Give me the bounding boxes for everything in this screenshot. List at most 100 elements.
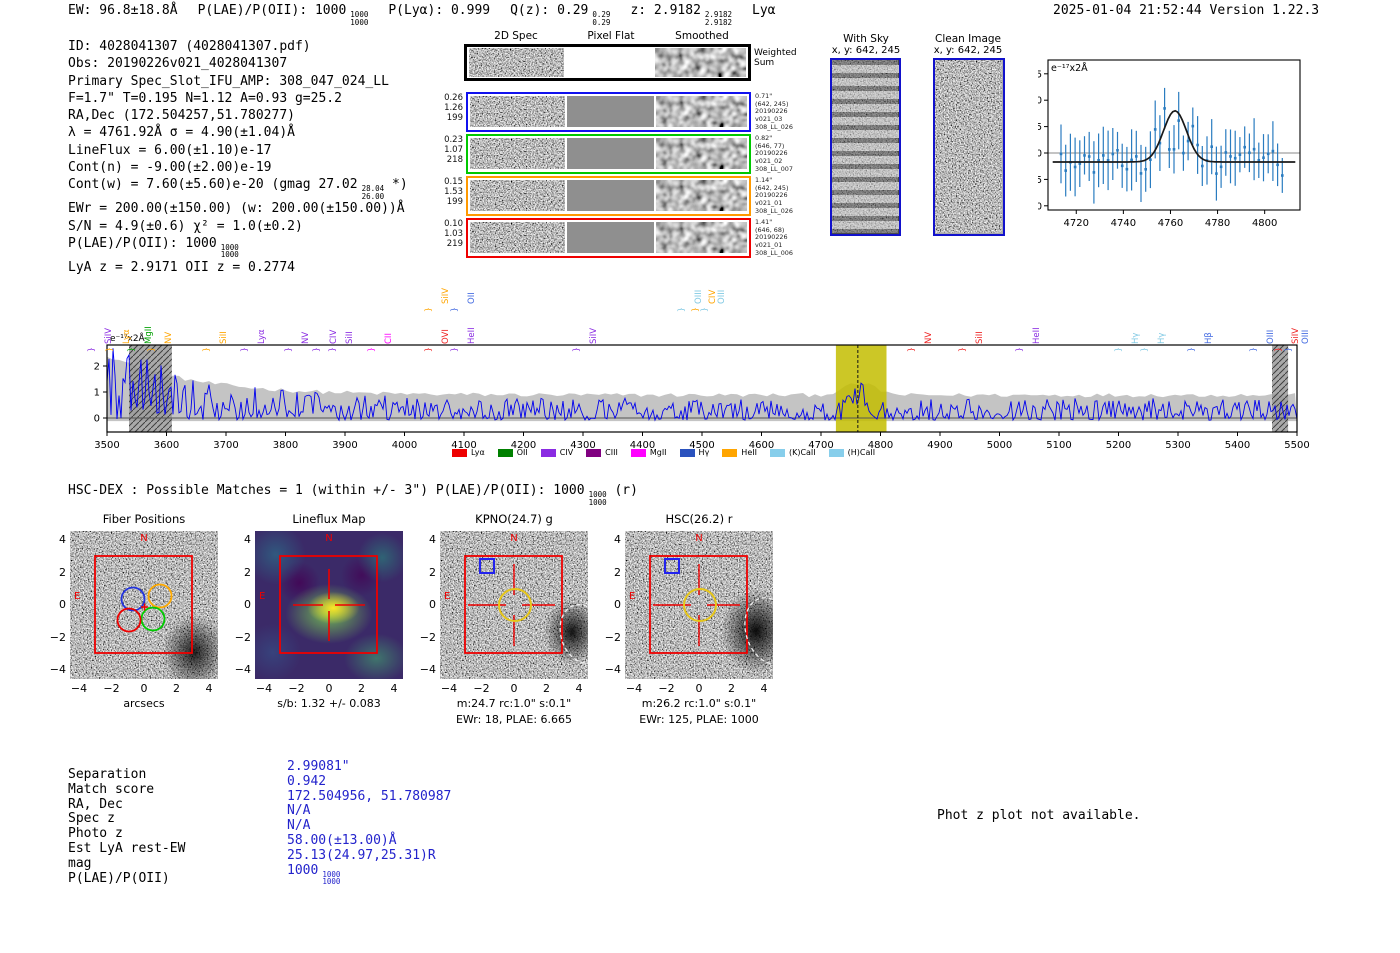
svg-text:4000: 4000: [392, 440, 417, 451]
x-tick-label: 2: [543, 682, 550, 695]
y-tick-label: 0: [244, 598, 251, 611]
legend-label: MgII: [649, 448, 667, 457]
legend-item: CIII: [586, 448, 618, 457]
emission-line-label: NV: [163, 331, 174, 344]
match-label: Match score: [68, 781, 155, 797]
weighted-smoothed-image: [655, 48, 746, 77]
svg-text:4760: 4760: [1158, 218, 1183, 229]
compass-north-label: N: [325, 533, 333, 544]
spec2d-fiber-row: [466, 218, 751, 258]
svg-text:5500: 5500: [1284, 440, 1309, 451]
emission-line-label: Lyα: [121, 329, 132, 344]
svg-text:5100: 5100: [1046, 440, 1071, 451]
emission-line-label: OIII: [1265, 329, 1276, 344]
x-tick-label: −4: [255, 682, 273, 695]
line-brace-icon: {: [1140, 347, 1149, 353]
legend-item: (H)CaII: [828, 448, 875, 457]
emission-line-label: OIII: [1301, 329, 1311, 344]
legend-item: CIV: [540, 448, 573, 457]
plya-stat: P(Lyα): 0.999: [388, 3, 491, 18]
legend-item: (K)CaII: [769, 448, 816, 457]
emission-line-label: SiIV: [1290, 327, 1301, 344]
info-line: P(LAE)/P(OII): 1000 1000 1000: [68, 235, 239, 260]
weighted-2dspec-image: [469, 48, 564, 77]
line-brace-icon: {: [104, 347, 114, 353]
fiber-row-stats: 0.10 1.03 219: [444, 219, 463, 249]
panel-fiber-positions: Fiber Positions N E −4 −4 −2 −2 0 0 2 2 4 4 arcse…: [50, 512, 218, 710]
legend-label: HeII: [741, 448, 757, 457]
x-tick-label: −2: [103, 682, 120, 695]
emission-line-label: Hγ: [1157, 332, 1167, 344]
info-line: RA,Dec (172.504257,51.780277): [68, 108, 295, 124]
lineflux-overlay: [279, 555, 378, 654]
lineflux-map-image: N E: [255, 531, 403, 679]
panel-title: Lineflux Map: [292, 512, 366, 526]
plae-poii-stat: P(LAE)/P(OII): 1000 1000 1000: [197, 3, 369, 27]
match-label: mag: [68, 855, 92, 871]
line-brace-icon: {: [146, 347, 156, 353]
emission-line-label: CIV: [328, 329, 339, 344]
panel-hsc-r: HSC(26.2) r N E −4 −4 −2 −2 0 0 2 2 4 4 m:26.2 rc…: [605, 512, 773, 726]
detection-info: ID: 4028041307 (4028041307.pdf) Obs: 201…: [68, 38, 408, 276]
x-tick-label: 2: [728, 682, 735, 695]
withsky-cutout: [830, 58, 901, 236]
fiber-row-stats: 0.15 1.53 199: [444, 177, 463, 207]
info-line: λ = 4761.92Å σ = 4.90(±1.04)Å: [68, 125, 295, 141]
x-tick-label: 4: [390, 682, 398, 695]
fiber-smoothed-image: [656, 180, 747, 211]
panel-caption: EWr: 18, PLAE: 6.665: [455, 713, 573, 726]
match-label: Photo z: [68, 826, 123, 842]
x-tick-label: −2: [658, 682, 675, 695]
svg-text:4780: 4780: [1205, 218, 1230, 229]
emission-line-label: OII: [466, 292, 477, 304]
panel-caption: arcsecs: [123, 697, 165, 710]
timestamp-version: 2025-01-04 21:52:44 Version 1.22.3: [1053, 3, 1320, 18]
x-tick-label: 0: [695, 682, 703, 695]
svg-text:5300: 5300: [1165, 440, 1190, 451]
spec2d-fiber-row: [466, 176, 751, 216]
fiber-smoothed-image: [656, 96, 747, 127]
svg-text:e⁻¹⁷x2Å: e⁻¹⁷x2Å: [1051, 62, 1088, 74]
line-brace-icon: {: [86, 347, 96, 353]
line-brace-icon: {: [239, 347, 249, 353]
clean-cutout: [933, 58, 1005, 236]
emission-line-label: SiII: [219, 331, 230, 344]
legend-swatch: [722, 448, 738, 457]
legend-label: (K)CaII: [788, 448, 816, 457]
hsc-overlay: [649, 555, 773, 665]
spec2d-col-header: Pixel Flat: [587, 30, 635, 42]
match-label: RA, Dec: [68, 796, 123, 812]
line-brace-icon: {: [449, 347, 459, 353]
svg-text:−1.0: −1.0: [1038, 201, 1042, 212]
info-line: Cont(n) = -9.00(±2.00)e-19: [68, 160, 272, 176]
svg-text:3900: 3900: [332, 440, 357, 451]
y-tick-label: −4: [49, 663, 66, 676]
line-brace-icon: {: [283, 347, 293, 353]
svg-text:5000: 5000: [987, 440, 1012, 451]
legend-item: OII: [497, 448, 528, 457]
line-fit-inset-plot: e⁻¹⁷x2Å 4720 4740 4760 4780 4800 1.5 1.0 0.5 0.0 −…: [1038, 59, 1301, 229]
y-tick-label: −2: [419, 630, 436, 644]
info-line: ID: 4028041307 (4028041307.pdf): [68, 39, 311, 54]
match-label: P(LAE)/P(OII): [68, 870, 170, 886]
x-tick-label: 0: [510, 682, 518, 695]
emission-line-label: OIII: [716, 289, 727, 304]
emission-line-label: SiII: [344, 331, 355, 344]
panel-lineflux-map: Lineflux Map N E −4 −4 −2 −2 0 0 2 2 4 4 s/b: 1.3…: [235, 512, 403, 710]
line-brace-icon: {: [367, 347, 377, 353]
emission-line-label: HeII: [466, 327, 477, 344]
legend-swatch: [452, 448, 467, 457]
line-brace-icon: {: [1187, 347, 1196, 353]
panel-title: Fiber Positions: [102, 512, 186, 526]
spec2d-weighted-row: [464, 44, 751, 81]
emission-line-label: NV: [923, 331, 934, 344]
legend-label: CIII: [605, 448, 618, 457]
x-tick-label: 4: [205, 682, 213, 695]
line-classification: Lyα: [752, 3, 776, 18]
clean-coords: x, y: 642, 245: [933, 45, 1003, 56]
svg-text:3600: 3600: [154, 440, 179, 451]
match-table-values: 2.99081" 0.942 172.504956, 51.780987 N/A…: [287, 759, 451, 886]
info-line: F=1.7" T=0.195 N=1.12 A=0.93 g=25.2: [68, 90, 342, 106]
fiber-2dspec-image: [470, 138, 565, 169]
emission-line-label: SiIV: [588, 327, 599, 344]
